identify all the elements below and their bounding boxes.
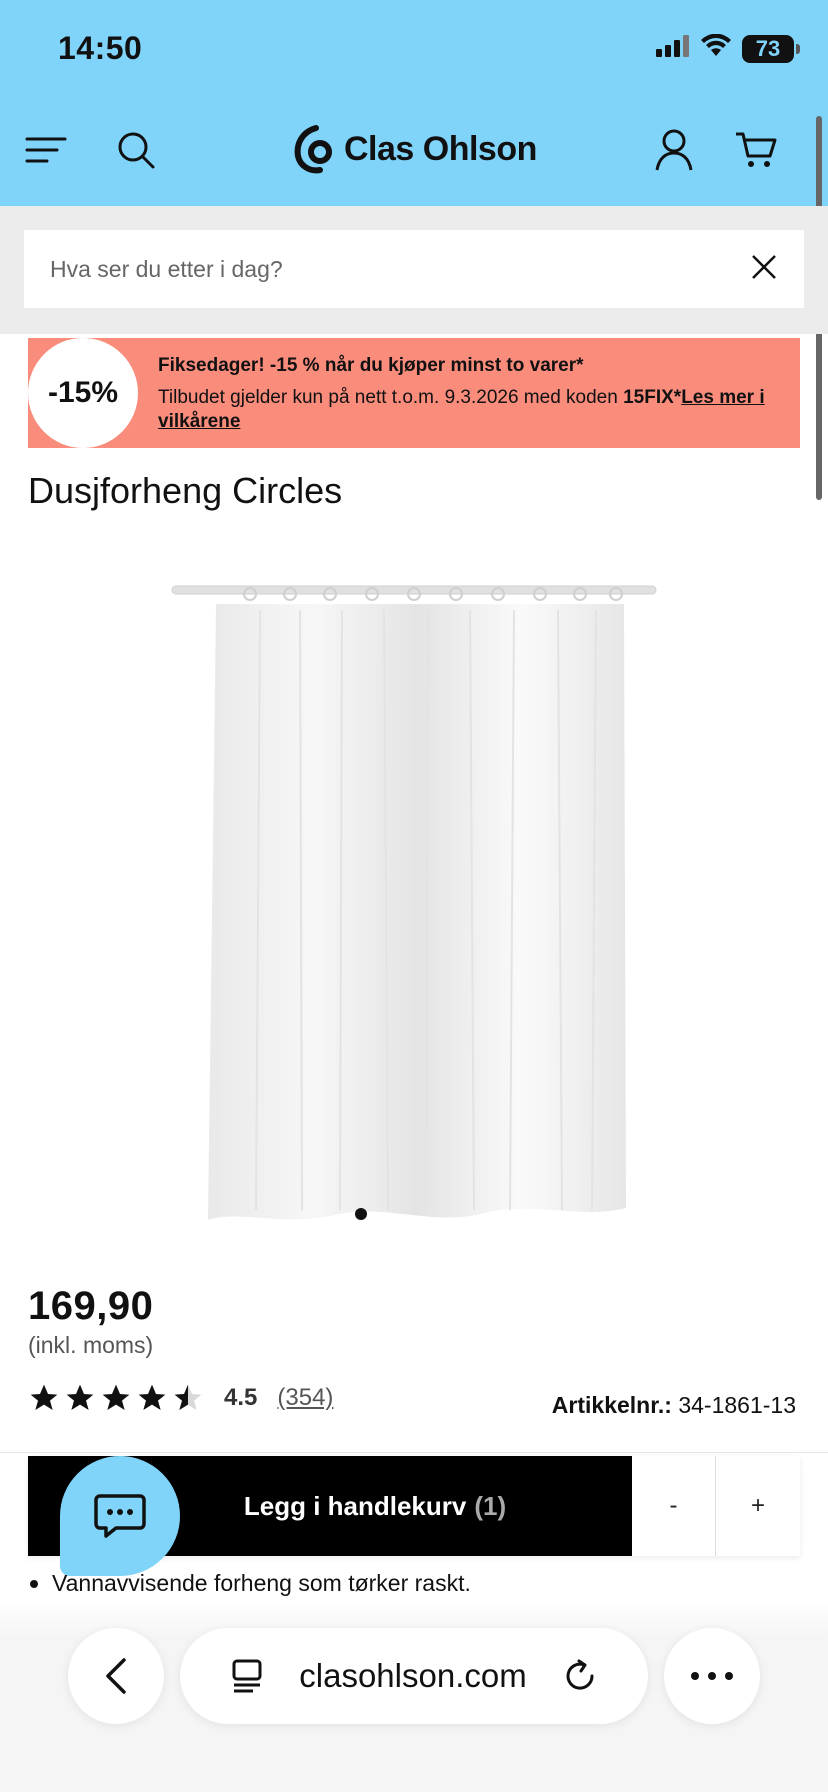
app-header: 14:50 73 Clas Ohlson [0,0,828,206]
add-to-cart-label: Legg i handlekurv [243,1490,467,1521]
increase-quantity-button[interactable]: + [716,1456,800,1556]
cart-quantity: (1) [474,1490,507,1521]
promo-text: Fiksedager! -15 % når du kjøper minst to… [158,354,788,434]
promo-title: Fiksedager! -15 % når du kjøper minst to… [158,355,584,376]
article-number-value: 34-1861-13 [678,1392,796,1418]
product-rating[interactable]: 4.5 (354) [28,1382,333,1414]
promo-body: Tilbudet gjelder kun på nett t.o.m. 9.3.… [158,386,788,434]
search-input[interactable] [50,255,750,283]
product-title: Dusjforheng Circles [28,470,343,511]
wifi-icon [700,33,732,63]
promo-body-text: Tilbudet gjelder kun på nett t.o.m. 9.3.… [158,387,618,408]
star-icon [102,1384,130,1410]
article-number-label: Artikkelnr.: [551,1392,672,1418]
divider [0,1452,828,1453]
chevron-left-icon [106,1658,126,1694]
article-number: Artikkelnr.: 34-1861-13 [552,1392,796,1419]
search-box [24,230,804,308]
promo-banner[interactable]: -15% Fiksedager! -15 % når du kjøper min… [28,338,800,448]
menu-icon[interactable] [22,126,70,174]
chat-icon [94,1494,146,1538]
url-text: clasohlson.com [299,1657,527,1694]
star-icon [66,1384,94,1410]
decrease-quantity-button[interactable]: - [632,1456,716,1556]
discount-badge: -15% [28,338,138,448]
half-star-icon [174,1384,202,1410]
promo-code: 15FIX* [623,387,682,408]
rating-value: 4.5 [224,1384,258,1411]
chat-button[interactable] [60,1456,180,1576]
browser-toolbar: clasohlson.com [0,1600,828,1792]
status-time: 14:50 [58,30,143,66]
feature-bullet: Vannavvisende forheng som tørker raskt. [30,1570,471,1597]
star-icon [138,1384,166,1410]
vat-note: (inkl. moms) [28,1332,154,1358]
logo-mark-icon [294,125,332,174]
review-count-link[interactable]: (354) [277,1384,333,1412]
carousel-indicator[interactable] [355,1208,367,1220]
reload-icon[interactable] [563,1659,597,1693]
more-dots-icon [691,1672,733,1680]
cellular-signal-icon [656,35,690,62]
address-bar[interactable]: clasohlson.com [180,1628,648,1724]
reader-icon [232,1659,262,1693]
search-icon[interactable] [112,126,160,174]
brand-logo[interactable]: Clas Ohlson [294,124,537,174]
account-icon[interactable] [650,126,698,174]
star-icon [30,1384,58,1410]
back-button[interactable] [68,1628,164,1724]
more-button[interactable] [664,1628,760,1724]
status-icons: 73 [656,33,800,63]
brand-name: Clas Ohlson [344,129,537,168]
product-image[interactable] [160,580,670,1252]
battery-icon: 73 [742,34,800,63]
close-icon[interactable] [750,253,778,286]
main-nav: Clas Ohlson [0,110,828,196]
search-section [0,206,828,334]
cart-icon[interactable] [732,126,780,174]
product-price: 169,90 [28,1284,154,1328]
